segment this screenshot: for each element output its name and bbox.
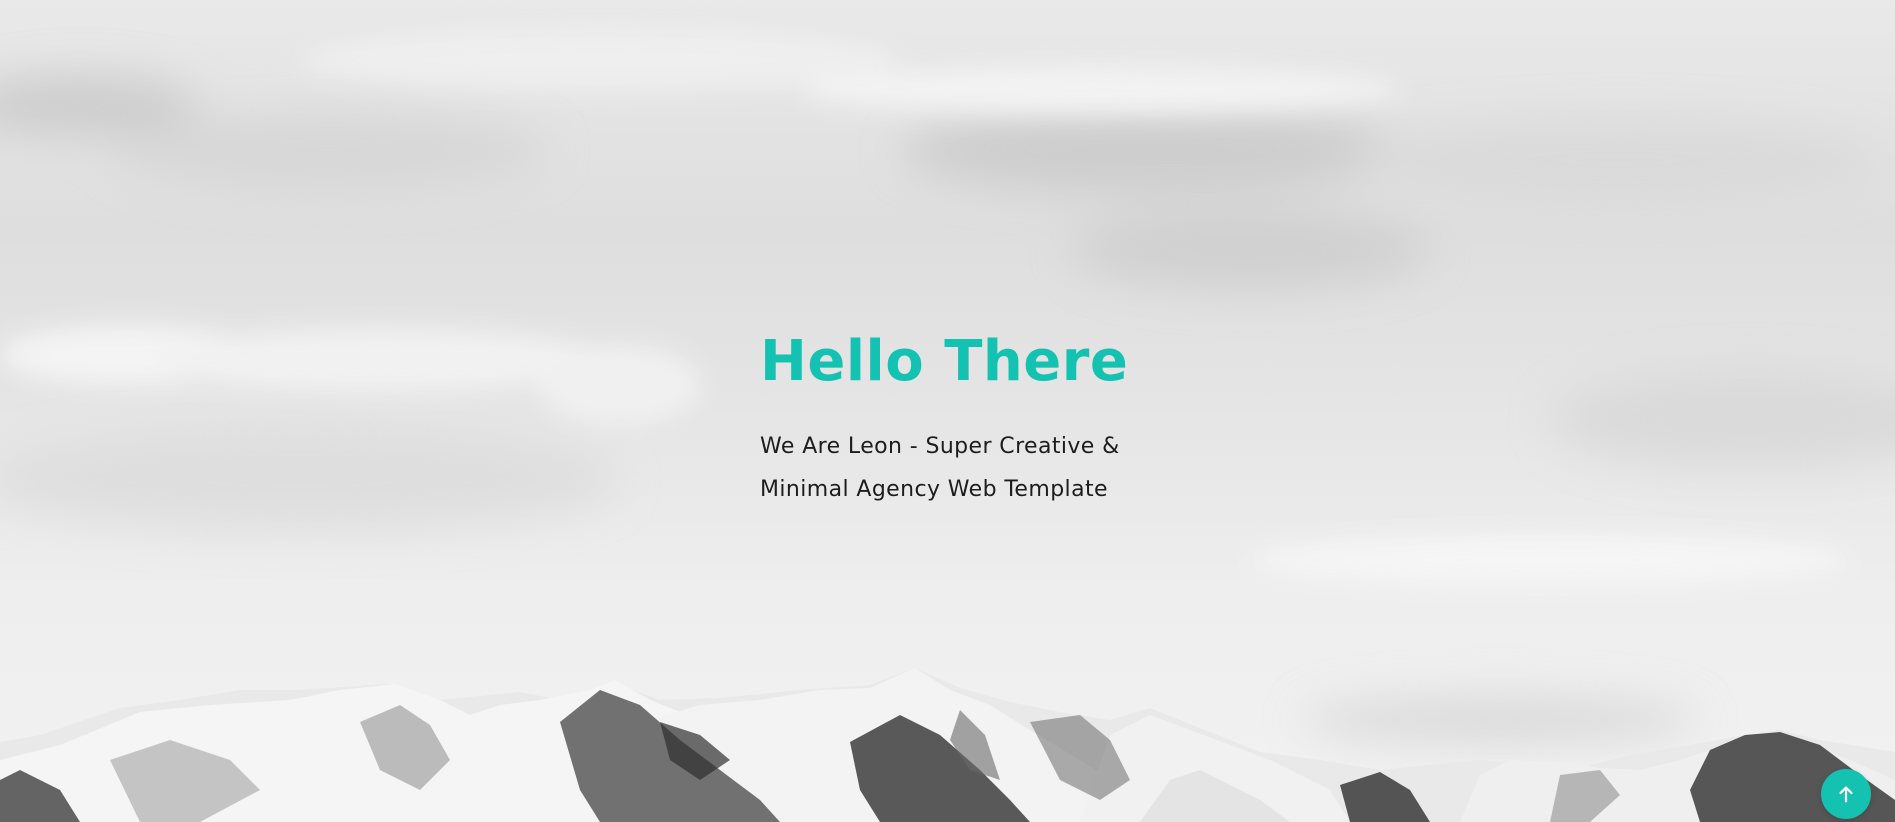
hero-subtitle-line-2: Minimal Agency Web Template	[760, 477, 1108, 502]
hero-section: Hello There We Are Leon - Super Creative…	[0, 0, 1895, 822]
hero-subtitle: We Are Leon - Super Creative & Minimal A…	[760, 425, 1190, 511]
scroll-to-top-button[interactable]	[1821, 769, 1871, 819]
hero-title: Hello There	[760, 329, 1129, 394]
hero-subtitle-line-1: We Are Leon - Super Creative &	[760, 434, 1120, 459]
hero-content: Hello There We Are Leon - Super Creative…	[760, 325, 1280, 511]
arrow-up-icon	[1839, 786, 1853, 803]
